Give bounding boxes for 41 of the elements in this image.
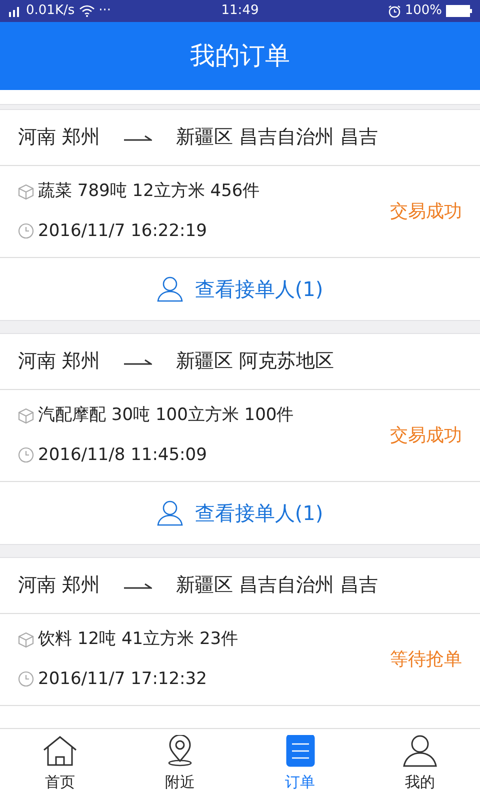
order-card[interactable]: 河南 郑州 新疆区 昌吉自治州 昌吉 饮料 12吨 41立方米 23件 2016/11/7 17:12:32 等待抢单 — [0, 557, 480, 728]
battery-percent: 100% — [404, 2, 442, 20]
alarm-clock-icon — [388, 4, 401, 18]
box-icon — [18, 408, 34, 424]
origin-text: 河南 郑州 — [18, 573, 100, 598]
destination-text: 新疆区 阿克苏地区 — [176, 349, 334, 374]
order-time: 2016/11/7 16:22:19 — [38, 220, 207, 242]
order-status: 等待抢单 — [390, 648, 462, 672]
origin-text: 河南 郑州 — [18, 349, 100, 374]
order-card[interactable]: 河南 郑州 新疆区 阿克苏地区 汽配摩配 30吨 100立方米 100件 2016/11/8 11:45:09 交易成功 查看接单人(1) — [0, 333, 480, 545]
order-time: 2016/11/7 17:12:32 — [38, 668, 207, 690]
clock-icon — [18, 223, 34, 240]
tab-item[interactable]: 附近 — [120, 729, 240, 800]
destination-text: 新疆区 昌吉自治州 昌吉 — [176, 125, 378, 150]
clock: 11:49 — [221, 2, 259, 20]
tab-item[interactable]: 首页 — [0, 729, 120, 800]
goods-text: 饮料 12吨 41立方米 23件 — [38, 628, 238, 651]
battery-icon — [446, 5, 472, 17]
tab-item[interactable]: 我的 — [360, 729, 480, 800]
signal-icon — [8, 5, 22, 17]
order-status: 交易成功 — [390, 424, 462, 448]
box-icon — [18, 184, 34, 200]
wifi-icon — [78, 5, 95, 17]
person-icon — [156, 276, 183, 302]
order-status: 交易成功 — [390, 200, 462, 224]
destination-text: 新疆区 昌吉自治州 昌吉 — [176, 573, 378, 598]
origin-text: 河南 郑州 — [18, 125, 100, 150]
more-indicator: ··· — [98, 2, 112, 20]
goods-text: 蔬菜 789吨 12立方米 456件 — [38, 180, 260, 203]
box-icon — [18, 632, 34, 648]
order-card[interactable]: 河南 郑州 新疆区 昌吉自治州 昌吉 蔬菜 789吨 12立方米 456件 2016/11/7 16:22:19 交易成功 查看接单人(1) — [0, 109, 480, 321]
goods-text: 汽配摩配 30吨 100立方米 100件 — [38, 404, 294, 427]
clock-icon — [18, 671, 34, 688]
view-receiver-button[interactable]: 查看接单人(1) — [0, 482, 480, 544]
view-receiver-button[interactable]: 查看接单人(1) — [0, 258, 480, 320]
page-title: 我的订单 — [190, 40, 290, 72]
tab-item[interactable]: 订单 — [240, 729, 360, 800]
person-icon — [156, 500, 183, 526]
order-time: 2016/11/8 11:45:09 — [38, 444, 207, 466]
clock-icon — [18, 447, 34, 464]
network-speed: 0.01K/s — [26, 2, 75, 20]
